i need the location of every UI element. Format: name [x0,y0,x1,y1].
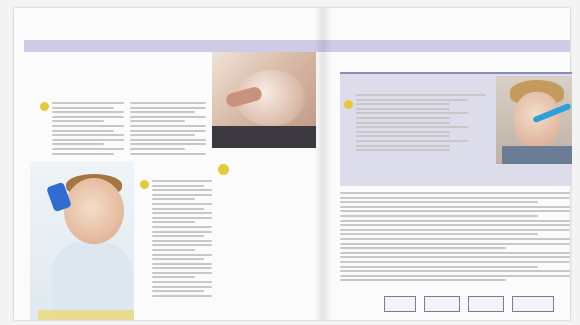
body-text-column-2 [130,102,206,157]
baby-photo [30,162,134,320]
header-color-band [24,40,570,52]
bullet-dot [140,180,149,189]
pregnant-belly-photo [212,52,316,148]
right-page-body-text [340,192,570,284]
flow-diagram [384,292,554,318]
child-nasal-spray-photo [496,76,572,164]
screenshot-background [0,0,580,325]
magazine-spread [14,8,572,320]
info-box-text [356,94,486,154]
quote-dot [218,164,229,175]
bullet-dot [344,100,353,109]
body-text-column-3 [152,180,212,299]
body-text-column-1 [52,102,124,157]
bullet-dot [40,102,49,111]
page-gutter-shadow [314,8,332,320]
